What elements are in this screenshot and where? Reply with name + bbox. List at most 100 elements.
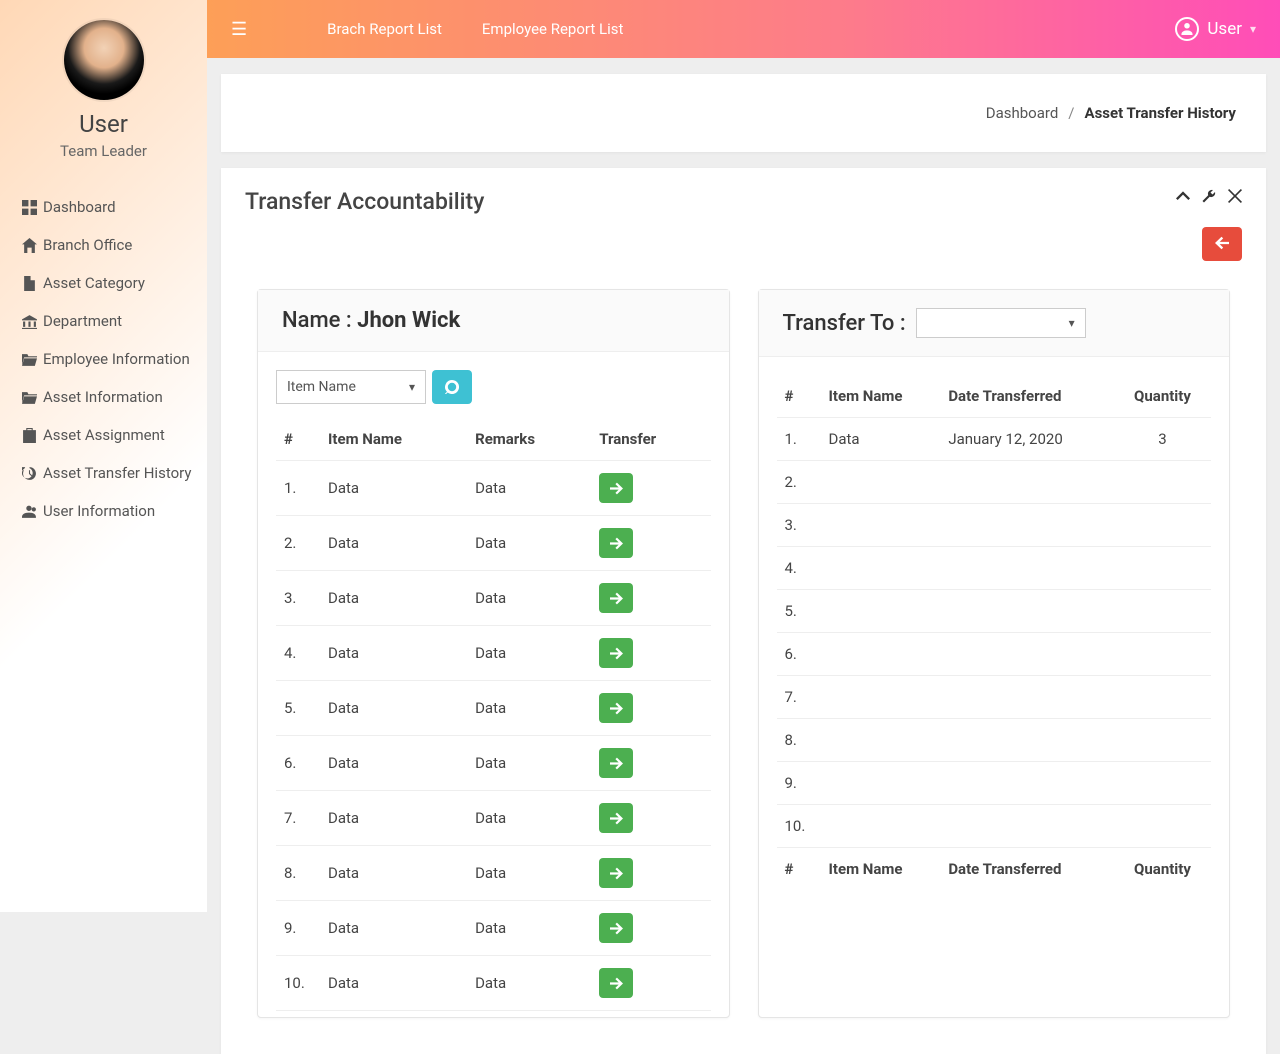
wrench-icon[interactable] — [1202, 188, 1216, 207]
row-remarks: Data — [467, 846, 591, 901]
row-date — [940, 504, 1114, 547]
row-item: Data — [320, 956, 467, 1011]
avatar — [64, 20, 144, 100]
row-remarks: Data — [467, 626, 591, 681]
transfer-button[interactable] — [599, 858, 633, 888]
sidebar-item-branch-office[interactable]: Branch Office — [22, 226, 207, 264]
row-num: 2. — [276, 516, 320, 571]
top-link-employee-report[interactable]: Employee Report List — [482, 20, 623, 38]
row-num: 3. — [276, 571, 320, 626]
row-transfer — [591, 626, 710, 681]
row-transfer — [591, 516, 710, 571]
col-header: Item Name — [320, 418, 467, 461]
bank-icon — [22, 314, 37, 329]
accountability-table: #Item NameRemarksTransfer 1.DataData2.Da… — [276, 418, 711, 1011]
transfer-button[interactable] — [599, 528, 633, 558]
col-header: Date Transferred — [940, 848, 1114, 891]
user-name: User — [0, 110, 207, 138]
topbar: ☰ Brach Report List Employee Report List… — [207, 0, 1280, 58]
col-header: Item Name — [821, 375, 941, 418]
sidebar-item-label: User Information — [43, 502, 155, 520]
row-item: Data — [320, 461, 467, 516]
row-date — [940, 762, 1114, 805]
collapse-icon[interactable] — [1176, 188, 1190, 207]
clipboard-icon — [22, 428, 37, 443]
table-row: 6. — [777, 633, 1212, 676]
table-row: 9.DataData — [276, 901, 711, 956]
row-num: 2. — [777, 461, 821, 504]
sidebar-item-label: Department — [43, 312, 122, 330]
table-row: 3.DataData — [276, 571, 711, 626]
transfer-button[interactable] — [599, 583, 633, 613]
sidebar-item-user-information[interactable]: User Information — [22, 492, 207, 530]
sidebar-item-label: Dashboard — [43, 198, 116, 216]
table-row: 6.DataData — [276, 736, 711, 791]
transfer-button[interactable] — [599, 913, 633, 943]
row-transfer — [591, 681, 710, 736]
top-link-branch-report[interactable]: Brach Report List — [327, 20, 442, 38]
transfer-button[interactable] — [599, 693, 633, 723]
sidebar-item-employee-information[interactable]: Employee Information — [22, 340, 207, 378]
close-icon[interactable] — [1228, 188, 1242, 207]
search-button[interactable] — [432, 370, 472, 404]
transfer-button[interactable] — [599, 638, 633, 668]
history-icon — [22, 466, 37, 481]
cards-row: Name : Jhon Wick Item Name #Item — [221, 261, 1266, 1054]
col-header: # — [777, 848, 821, 891]
row-date — [940, 676, 1114, 719]
transfer-button[interactable] — [599, 968, 633, 998]
topbar-user-menu[interactable]: User ▾ — [1175, 17, 1256, 41]
file-icon — [22, 276, 37, 291]
row-num: 3. — [777, 504, 821, 547]
row-num: 7. — [276, 791, 320, 846]
sidebar-item-department[interactable]: Department — [22, 302, 207, 340]
row-remarks: Data — [467, 791, 591, 846]
panel-head: Transfer Accountability — [221, 168, 1266, 223]
transfer-to-select[interactable] — [916, 308, 1086, 338]
transfer-button[interactable] — [599, 748, 633, 778]
row-date: January 12, 2020 — [940, 418, 1114, 461]
transfer-card-body: #Item NameDate TransferredQuantity 1.Dat… — [759, 357, 1230, 896]
row-qty — [1114, 719, 1211, 762]
sidebar-item-dashboard[interactable]: Dashboard — [22, 188, 207, 226]
sidebar-item-label: Asset Transfer History — [43, 464, 191, 482]
row-transfer — [591, 736, 710, 791]
row-remarks: Data — [467, 681, 591, 736]
row-item: Data — [320, 736, 467, 791]
table-row: 1.DataData — [276, 461, 711, 516]
panel-actions — [1176, 188, 1242, 207]
row-qty — [1114, 633, 1211, 676]
sidebar-item-asset-transfer-history[interactable]: Asset Transfer History — [22, 454, 207, 492]
transfer-button[interactable] — [599, 803, 633, 833]
transfer-card: Transfer To : # Item Name Date Transferred… — [758, 289, 1231, 1018]
row-item — [821, 805, 941, 848]
transfer-to-label: Transfer To : — [783, 311, 906, 336]
table-row: 5. — [777, 590, 1212, 633]
table-row: 4. — [777, 547, 1212, 590]
sidebar-item-asset-information[interactable]: Asset Information — [22, 378, 207, 416]
sidebar: User Team Leader DashboardBranch OfficeA… — [0, 0, 207, 912]
row-qty: 3 — [1114, 418, 1211, 461]
hamburger-icon[interactable]: ☰ — [231, 19, 247, 40]
top-links: Brach Report List Employee Report List — [327, 20, 623, 38]
row-num: 1. — [777, 418, 821, 461]
row-item — [821, 633, 941, 676]
back-button[interactable] — [1202, 227, 1242, 261]
sidebar-nav: Dashboard Branch OfficeAsset Category Depa… — [0, 166, 207, 530]
transfer-button[interactable] — [599, 473, 633, 503]
sidebar-item-asset-assignment[interactable]: Asset Assignment — [22, 416, 207, 454]
sidebar-item-asset-category[interactable]: Asset Category — [22, 264, 207, 302]
accountability-card-body: Item Name #Item NameRemarksTransfer 1.Da… — [258, 352, 729, 1017]
sidebar-item-label: Asset Assignment — [43, 426, 165, 444]
accountability-card-head: Name : Jhon Wick — [258, 290, 729, 352]
breadcrumb: Dashboard / Asset Transfer History — [221, 74, 1266, 152]
breadcrumb-root[interactable]: Dashboard — [986, 104, 1059, 122]
table-row: 5.DataData — [276, 681, 711, 736]
row-remarks: Data — [467, 516, 591, 571]
row-num: 8. — [276, 846, 320, 901]
table-row: 4.DataData — [276, 626, 711, 681]
filter-select[interactable]: Item Name — [276, 370, 426, 404]
row-num: 4. — [777, 547, 821, 590]
sidebar-item-label: Employee Information — [43, 350, 190, 368]
row-transfer — [591, 846, 710, 901]
